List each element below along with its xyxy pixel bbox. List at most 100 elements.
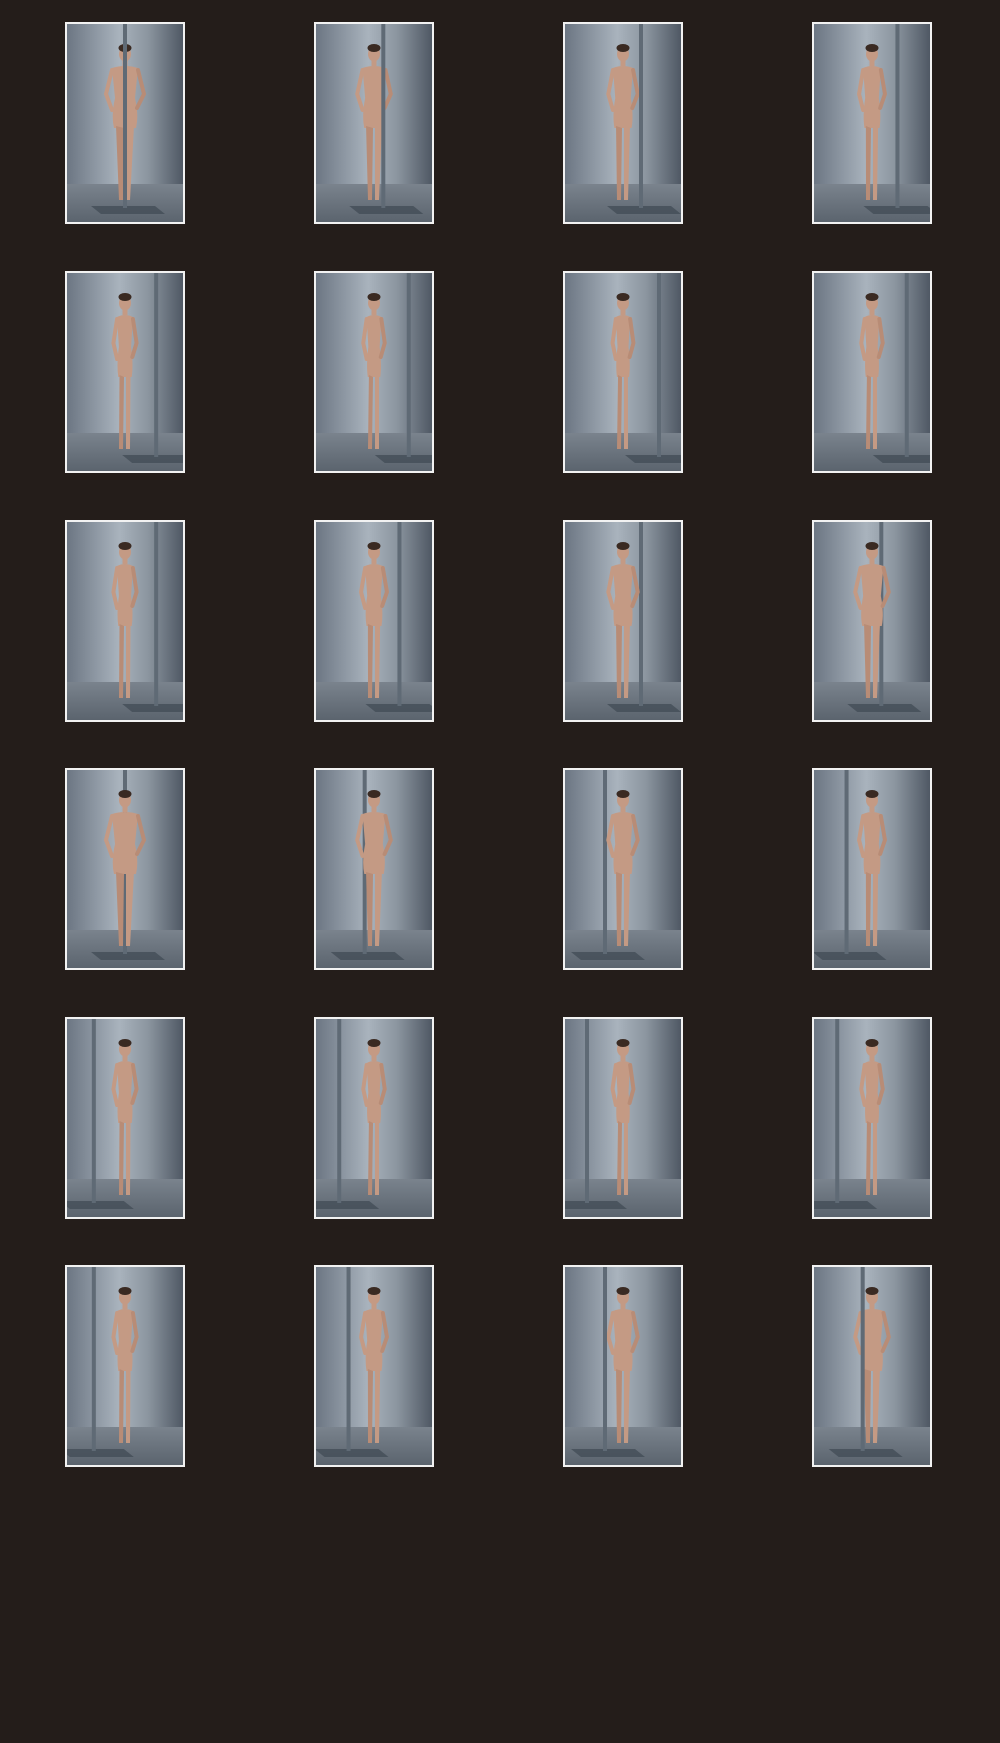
floor-plate [91, 206, 165, 214]
floor-plate [122, 455, 183, 463]
pose-thumbnail[interactable] [812, 22, 932, 224]
pose-thumbnail[interactable] [563, 520, 683, 722]
floor-plate [814, 1201, 878, 1209]
floor-plate [374, 455, 432, 463]
figure-illustration [316, 1019, 387, 1209]
pose-thumbnail[interactable] [314, 1017, 434, 1219]
studio-pole [123, 24, 127, 208]
studio-pole [639, 24, 643, 208]
model-figure [853, 1287, 891, 1443]
floor-plate [330, 952, 405, 960]
figure-illustration [814, 1019, 885, 1209]
floor-plate [349, 206, 424, 214]
figure-illustration [857, 24, 930, 214]
figure-illustration [349, 24, 424, 214]
pose-thumbnail[interactable] [65, 1017, 185, 1219]
model-figure [606, 1287, 640, 1443]
pose-thumbnail[interactable] [65, 1265, 185, 1467]
model-figure [111, 293, 139, 449]
pose-thumbnail[interactable] [812, 1017, 932, 1219]
pose-thumbnail[interactable] [314, 520, 434, 722]
floor-plate [847, 704, 922, 712]
pose-thumbnail[interactable] [563, 768, 683, 970]
figure-illustration [91, 770, 165, 960]
model-figure [111, 542, 139, 698]
studio-pole [397, 522, 402, 706]
figure-illustration [610, 273, 681, 463]
figure-illustration [67, 1267, 139, 1457]
figure-illustration [361, 273, 432, 463]
floor-plate [571, 1449, 645, 1457]
figure-illustration [571, 1267, 645, 1457]
model-figure [859, 293, 885, 449]
studio-pole [337, 1019, 342, 1203]
pose-thumbnail[interactable] [65, 271, 185, 473]
pose-thumbnail[interactable] [314, 768, 434, 970]
floor-plate [67, 1449, 134, 1457]
model-figure [606, 44, 640, 200]
floor-plate [607, 704, 681, 712]
model-figure [361, 1039, 387, 1195]
studio-pole [603, 1267, 607, 1451]
model-figure [355, 44, 393, 200]
floor-plate [814, 952, 887, 960]
floor-plate [316, 1449, 389, 1457]
figure-illustration [565, 1019, 636, 1209]
model-figure [111, 1287, 139, 1443]
model-figure [610, 293, 636, 449]
model-figure [606, 542, 640, 698]
figure-illustration [316, 1267, 390, 1457]
figure-illustration [330, 770, 405, 960]
model-figure [355, 790, 393, 946]
studio-pole [346, 1267, 351, 1451]
floor-plate [122, 704, 183, 712]
model-figure [859, 1039, 885, 1195]
model-figure [359, 1287, 390, 1443]
studio-pole [860, 1267, 865, 1451]
figure-illustration [847, 522, 922, 712]
floor-plate [872, 455, 930, 463]
figure-illustration [111, 273, 183, 463]
studio-pole [603, 770, 607, 954]
floor-plate [571, 952, 645, 960]
pose-thumbnail[interactable] [563, 1265, 683, 1467]
pose-thumbnail[interactable] [314, 22, 434, 224]
pose-thumbnail[interactable] [812, 1265, 932, 1467]
pose-thumbnail[interactable] [314, 1265, 434, 1467]
figure-illustration [606, 522, 681, 712]
model-figure [610, 1039, 636, 1195]
floor-plate [828, 1449, 903, 1457]
pose-thumbnail[interactable] [812, 520, 932, 722]
thumbnail-gallery [0, 0, 1000, 1743]
pose-thumbnail[interactable] [65, 768, 185, 970]
model-figure [111, 1039, 139, 1195]
floor-plate [316, 1201, 380, 1209]
pose-thumbnail[interactable] [563, 1017, 683, 1219]
figure-illustration [91, 24, 165, 214]
studio-pole [585, 1019, 589, 1203]
figure-illustration [359, 522, 432, 712]
pose-thumbnail[interactable] [65, 22, 185, 224]
studio-pole [91, 1019, 96, 1203]
studio-pole [844, 770, 849, 954]
pose-thumbnail[interactable] [812, 271, 932, 473]
model-figure [606, 790, 640, 946]
figure-illustration [571, 770, 645, 960]
pose-thumbnail[interactable] [812, 768, 932, 970]
studio-pole [154, 522, 159, 706]
model-figure [361, 293, 387, 449]
figure-illustration [67, 1019, 139, 1209]
figure-illustration [859, 273, 930, 463]
studio-pole [639, 522, 643, 706]
studio-pole [657, 273, 661, 457]
figure-illustration [814, 770, 888, 960]
model-figure [857, 44, 888, 200]
pose-thumbnail[interactable] [563, 22, 683, 224]
figure-illustration [606, 24, 681, 214]
pose-thumbnail[interactable] [65, 520, 185, 722]
figure-illustration [828, 1267, 903, 1457]
floor-plate [91, 952, 165, 960]
pose-thumbnail[interactable] [563, 271, 683, 473]
pose-thumbnail[interactable] [314, 271, 434, 473]
studio-pole [904, 273, 909, 457]
